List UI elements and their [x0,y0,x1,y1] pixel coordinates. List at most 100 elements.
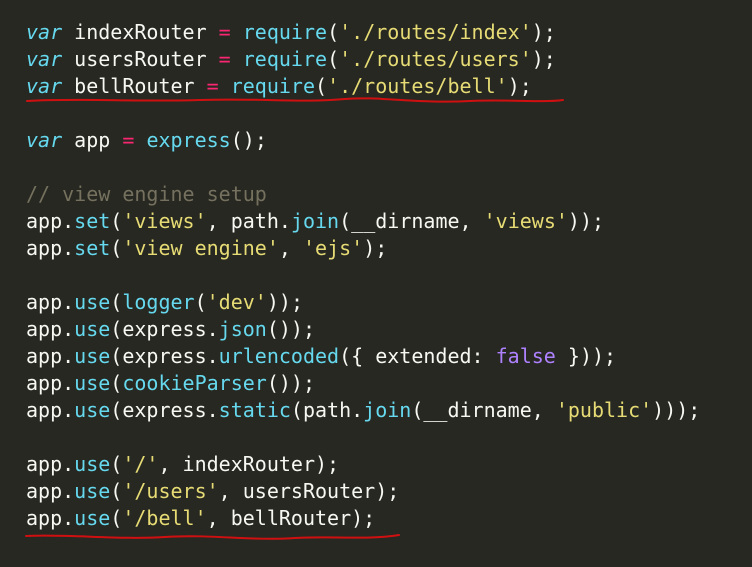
code-token: use [74,506,111,530]
code-line[interactable]: app.set('views', path.join(__dirname, 'v… [26,208,604,235]
code-token: app. [26,506,75,530]
code-token: ( [110,209,123,233]
code-token: var [26,128,63,152]
code-token: bellRouter [62,74,207,98]
code-token: '/users' [122,479,219,503]
code-token: )); [567,209,605,233]
code-token: ()); [266,371,316,395]
code-token: app. [26,209,75,233]
code-token: // view engine setup [26,182,267,206]
code-token: 'ejs' [302,236,364,260]
code-token: indexRouter [62,20,219,44]
code-line[interactable]: app.use(express.static(path.join(__dirna… [26,397,700,424]
code-token: ); [531,47,556,71]
code-token: './routes/users' [339,47,532,71]
code-token: logger [122,290,195,314]
code-token: ( [110,452,123,476]
code-token: ()); [266,317,316,341]
code-line[interactable]: // view engine setup [26,181,267,208]
code-token: var [26,47,63,71]
code-token: , path. [206,209,291,233]
code-line[interactable]: var app = express(); [26,127,267,154]
code-token: (express. [110,317,219,341]
code-token: 'dev' [206,290,267,314]
code-token: ))); [652,398,701,422]
code-token: = [218,47,231,71]
code-token: false [495,344,556,368]
code-token: = [206,74,219,98]
code-line[interactable]: app.use(express.urlencoded({ extended: f… [26,343,616,370]
code-token: ( [194,290,207,314]
code-token: 'public' [555,398,653,422]
code-token: ( [110,290,123,314]
code-token: var [26,74,63,98]
code-token: ( [327,20,340,44]
code-token: use [74,371,111,395]
code-line[interactable]: app.use('/', indexRouter); [26,451,339,478]
code-token: })); [555,344,617,368]
code-token: json [218,317,267,341]
code-token: set [74,209,111,233]
code-token: app. [26,290,75,314]
code-token: use [74,452,111,476]
code-line[interactable]: app.set('view engine', 'ejs'); [26,235,387,262]
code-token: (__dirname, [339,209,484,233]
code-line[interactable]: var usersRouter = require('./routes/user… [26,46,556,73]
code-token: ( [110,371,123,395]
code-token: use [74,344,111,368]
code-token: app. [26,317,75,341]
code-token: , [278,236,303,260]
code-token: ( [327,47,340,71]
code-editor[interactable]: var indexRouter = require('./routes/inde… [0,0,752,567]
code-token: require [242,47,328,71]
code-line[interactable]: app.use(logger('dev')); [26,289,303,316]
code-token: (); [230,128,267,152]
code-token: = [218,20,231,44]
code-token: ( [315,74,328,98]
code-token: '/' [122,452,159,476]
code-token: )); [266,290,303,314]
code-token: use [74,317,111,341]
code-line[interactable]: var bellRouter = require('./routes/bell'… [26,73,532,100]
code-token: join [363,398,412,422]
code-token: app. [26,452,75,476]
code-token: join [290,209,340,233]
code-token: ); [507,74,532,98]
code-token: , usersRouter); [218,479,400,503]
code-token: = [122,128,135,152]
code-token: './routes/bell' [327,74,508,98]
code-token: , indexRouter); [158,452,340,476]
code-token: ); [363,236,388,260]
code-token: (express. [110,344,219,368]
code-token: , bellRouter); [206,506,376,530]
code-token: 'views' [122,209,207,233]
code-token: var [26,20,63,44]
code-line[interactable]: app.use(express.json()); [26,316,315,343]
code-token: (path. [290,398,364,422]
code-token: ( [110,236,123,260]
code-line[interactable]: app.use('/users', usersRouter); [26,478,399,505]
code-line[interactable]: app.use(cookieParser()); [26,370,315,397]
code-line[interactable]: app.use('/bell', bellRouter); [26,505,375,532]
code-token: express [146,128,231,152]
code-token: './routes/index' [339,20,532,44]
code-token: ( [110,479,123,503]
code-token: require [230,74,316,98]
code-token: use [74,398,111,422]
code-token: static [218,398,291,422]
code-token: ); [531,20,556,44]
code-token: app. [26,236,75,260]
code-token: use [74,290,111,314]
code-token: ( [110,506,123,530]
code-token: cookieParser [122,371,267,395]
code-token: usersRouter [62,47,219,71]
code-token: set [74,236,111,260]
code-token: app. [26,398,75,422]
code-token: ({ extended: [339,344,496,368]
code-token: (express. [110,398,219,422]
code-line[interactable]: var indexRouter = require('./routes/inde… [26,19,556,46]
code-token: app. [26,371,75,395]
code-token: urlencoded [218,344,340,368]
